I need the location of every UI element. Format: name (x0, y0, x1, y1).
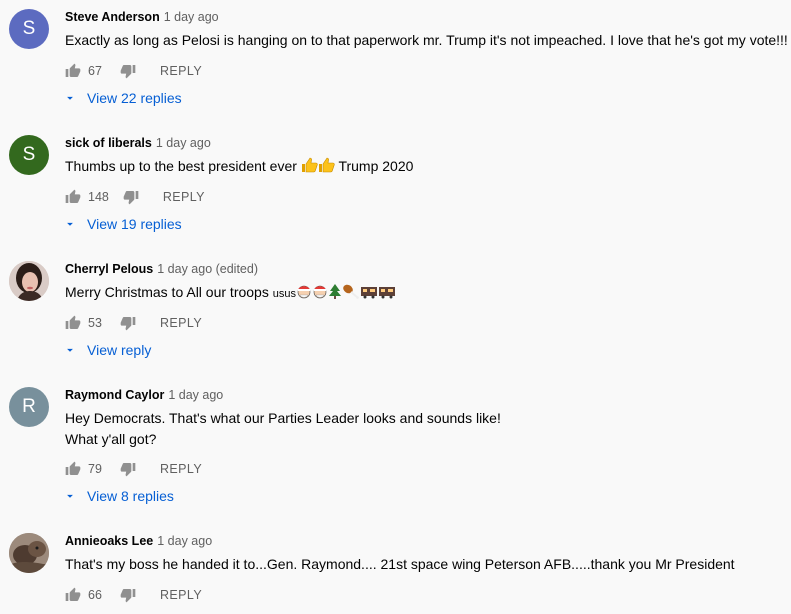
comment-actions: 66 REPLY (65, 583, 202, 607)
thumbs-up-icon[interactable] (65, 189, 81, 205)
thumbs-up-emoji-icon (318, 157, 335, 179)
christmas-tree-icon (328, 283, 342, 305)
profile-photo-icon (9, 261, 49, 301)
comment-text-line: What y'all got? (65, 431, 157, 447)
like-count: 148 (88, 190, 109, 204)
avatar[interactable] (9, 533, 49, 573)
like-count: 67 (88, 64, 102, 78)
comment-header: Steve Anderson 1 day ago (65, 9, 791, 25)
reply-button[interactable]: REPLY (160, 462, 202, 476)
santa-emoji-icon (312, 283, 328, 305)
poultry-leg-icon (342, 283, 360, 305)
reply-button[interactable]: REPLY (160, 588, 202, 602)
chevron-down-icon (63, 217, 77, 231)
comment-text-part: Trump 2020 (338, 158, 414, 174)
author-name[interactable]: sick of liberals (65, 136, 152, 150)
thumbs-up-icon[interactable] (65, 587, 81, 603)
author-name[interactable]: Raymond Caylor (65, 388, 164, 402)
reply-button[interactable]: REPLY (163, 190, 205, 204)
comment-time[interactable]: 1 day ago (156, 136, 211, 150)
comment-text-part: Merry Christmas to All our troops (65, 284, 269, 300)
like-count: 79 (88, 462, 102, 476)
thumbs-up-icon[interactable] (65, 315, 81, 331)
comment-text-part: Thumbs up to the best president ever (65, 158, 297, 174)
comment-actions: 148 REPLY (65, 185, 205, 209)
chevron-down-icon (63, 91, 77, 105)
comment-actions: 79 REPLY (65, 457, 202, 481)
thumbs-down-icon[interactable] (123, 189, 139, 205)
comment-time[interactable]: 1 day ago (164, 10, 219, 24)
view-replies-button[interactable]: View 19 replies (63, 213, 182, 235)
comment-body: Annieoaks Lee 1 day ago That's my boss he… (65, 533, 791, 575)
author-name[interactable]: Annieoaks Lee (65, 534, 153, 548)
author-name[interactable]: Cherryl Pelous (65, 262, 153, 276)
comment-text: Merry Christmas to All our troops usus (65, 282, 791, 305)
profile-photo-icon (9, 533, 49, 573)
view-replies-label: View reply (87, 342, 152, 358)
chevron-down-icon (63, 343, 77, 357)
chevron-down-icon (63, 489, 77, 503)
thumbs-up-emoji-icon (301, 157, 318, 179)
comment-time[interactable]: 1 day ago (157, 534, 212, 548)
reply-button[interactable]: REPLY (160, 316, 202, 330)
reply-button[interactable]: REPLY (160, 64, 202, 78)
comment-time[interactable]: 1 day ago (168, 388, 223, 402)
comment-actions: 67 REPLY (65, 59, 202, 83)
comment-header: Cherryl Pelous 1 day ago (edited) (65, 261, 791, 277)
avatar-letter: S (22, 144, 36, 165)
comment-time[interactable]: 1 day ago (edited) (157, 262, 258, 276)
thumbs-down-icon[interactable] (120, 315, 136, 331)
avatar-letter: S (22, 18, 36, 39)
thumbs-down-icon[interactable] (120, 587, 136, 603)
comment-header: Raymond Caylor 1 day ago (65, 387, 791, 403)
thumbs-down-icon[interactable] (120, 461, 136, 477)
avatar[interactable]: S (9, 9, 49, 49)
comment-text-small: usus (272, 288, 296, 300)
comment-body: Cherryl Pelous 1 day ago (edited) Merry C… (65, 261, 791, 305)
comment-body: Raymond Caylor 1 day ago Hey Democrats. T… (65, 387, 791, 450)
avatar[interactable]: S (9, 135, 49, 175)
comment-text: Thumbs up to the best president ever Tru… (65, 156, 791, 179)
train-icon (360, 283, 378, 305)
view-replies-label: View 19 replies (87, 216, 182, 232)
view-replies-button[interactable]: View 22 replies (63, 87, 182, 109)
thumbs-up-icon[interactable] (65, 461, 81, 477)
comment-header: sick of liberals 1 day ago (65, 135, 791, 151)
like-count: 53 (88, 316, 102, 330)
view-replies-button[interactable]: View 8 replies (63, 485, 174, 507)
view-replies-label: View 22 replies (87, 90, 182, 106)
avatar-letter: R (22, 396, 36, 417)
comment-text: Exactly as long as Pelosi is hanging on … (65, 32, 788, 48)
train-icon (378, 283, 396, 305)
comment-body: sick of liberals 1 day ago Thumbs up to t… (65, 135, 791, 179)
author-name[interactable]: Steve Anderson (65, 10, 160, 24)
avatar[interactable]: R (9, 387, 49, 427)
comment-header: Annieoaks Lee 1 day ago (65, 533, 791, 549)
comment-text-line: Hey Democrats. That's what our Parties L… (65, 410, 501, 426)
comment-text: That's my boss he handed it to...Gen. Ra… (65, 556, 735, 572)
view-replies-label: View 8 replies (87, 488, 174, 504)
thumbs-up-icon[interactable] (65, 63, 81, 79)
comment-text: Hey Democrats. That's what our Parties L… (65, 408, 791, 450)
comment-actions: 53 REPLY (65, 311, 202, 335)
thumbs-down-icon[interactable] (120, 63, 136, 79)
avatar[interactable] (9, 261, 49, 301)
comment-body: Steve Anderson 1 day ago Exactly as long … (65, 9, 791, 51)
view-replies-button[interactable]: View reply (63, 339, 151, 361)
santa-emoji-icon (296, 283, 312, 305)
like-count: 66 (88, 588, 102, 602)
